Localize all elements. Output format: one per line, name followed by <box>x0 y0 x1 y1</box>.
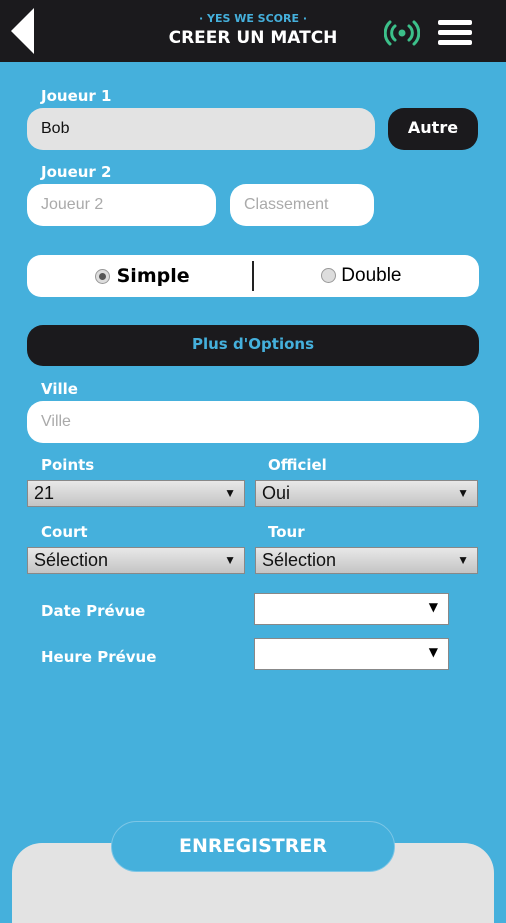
player1-label: Joueur 1 <box>41 87 112 105</box>
radio-simple[interactable]: Simple <box>95 265 190 287</box>
page-title: CREER UN MATCH <box>168 28 338 48</box>
time-select[interactable]: ▼ <box>254 638 449 670</box>
court-label: Court <box>41 523 88 541</box>
dropdown-arrow-icon: ▼ <box>224 553 236 567</box>
player2-input[interactable]: Joueur 2 <box>27 184 216 226</box>
radio-double[interactable]: Double <box>321 265 402 287</box>
points-select[interactable]: 21 ▼ <box>27 480 245 507</box>
dropdown-arrow-icon: ▼ <box>428 645 438 659</box>
dropdown-arrow-icon: ▼ <box>428 600 438 614</box>
city-input[interactable]: Ville <box>27 401 479 443</box>
points-label: Points <box>41 456 95 474</box>
date-label: Date Prévue <box>41 602 146 620</box>
time-label: Heure Prévue <box>41 648 157 666</box>
official-select[interactable]: Oui ▼ <box>255 480 478 507</box>
more-options-button[interactable]: Plus d'Options <box>27 325 479 366</box>
dropdown-arrow-icon: ▼ <box>224 486 236 500</box>
match-type-selector: Simple Double <box>27 255 479 297</box>
player1-input[interactable]: Bob <box>27 108 375 150</box>
date-select[interactable]: ▼ <box>254 593 449 625</box>
broadcast-icon[interactable] <box>384 20 420 46</box>
dropdown-arrow-icon: ▼ <box>457 486 469 500</box>
ranking-input[interactable]: Classement <box>230 184 374 226</box>
round-select[interactable]: Sélection ▼ <box>255 547 478 574</box>
city-label: Ville <box>41 380 78 398</box>
round-label: Tour <box>268 523 305 541</box>
official-label: Officiel <box>268 456 327 474</box>
other-button[interactable]: Autre <box>388 108 478 150</box>
app-subtitle: · YES WE SCORE · <box>198 12 308 25</box>
divider <box>252 261 254 291</box>
dropdown-arrow-icon: ▼ <box>457 553 469 567</box>
hamburger-icon[interactable] <box>438 20 472 50</box>
court-select[interactable]: Sélection ▼ <box>27 547 245 574</box>
save-button[interactable]: ENREGISTRER <box>111 821 395 872</box>
player2-label: Joueur 2 <box>41 163 112 181</box>
